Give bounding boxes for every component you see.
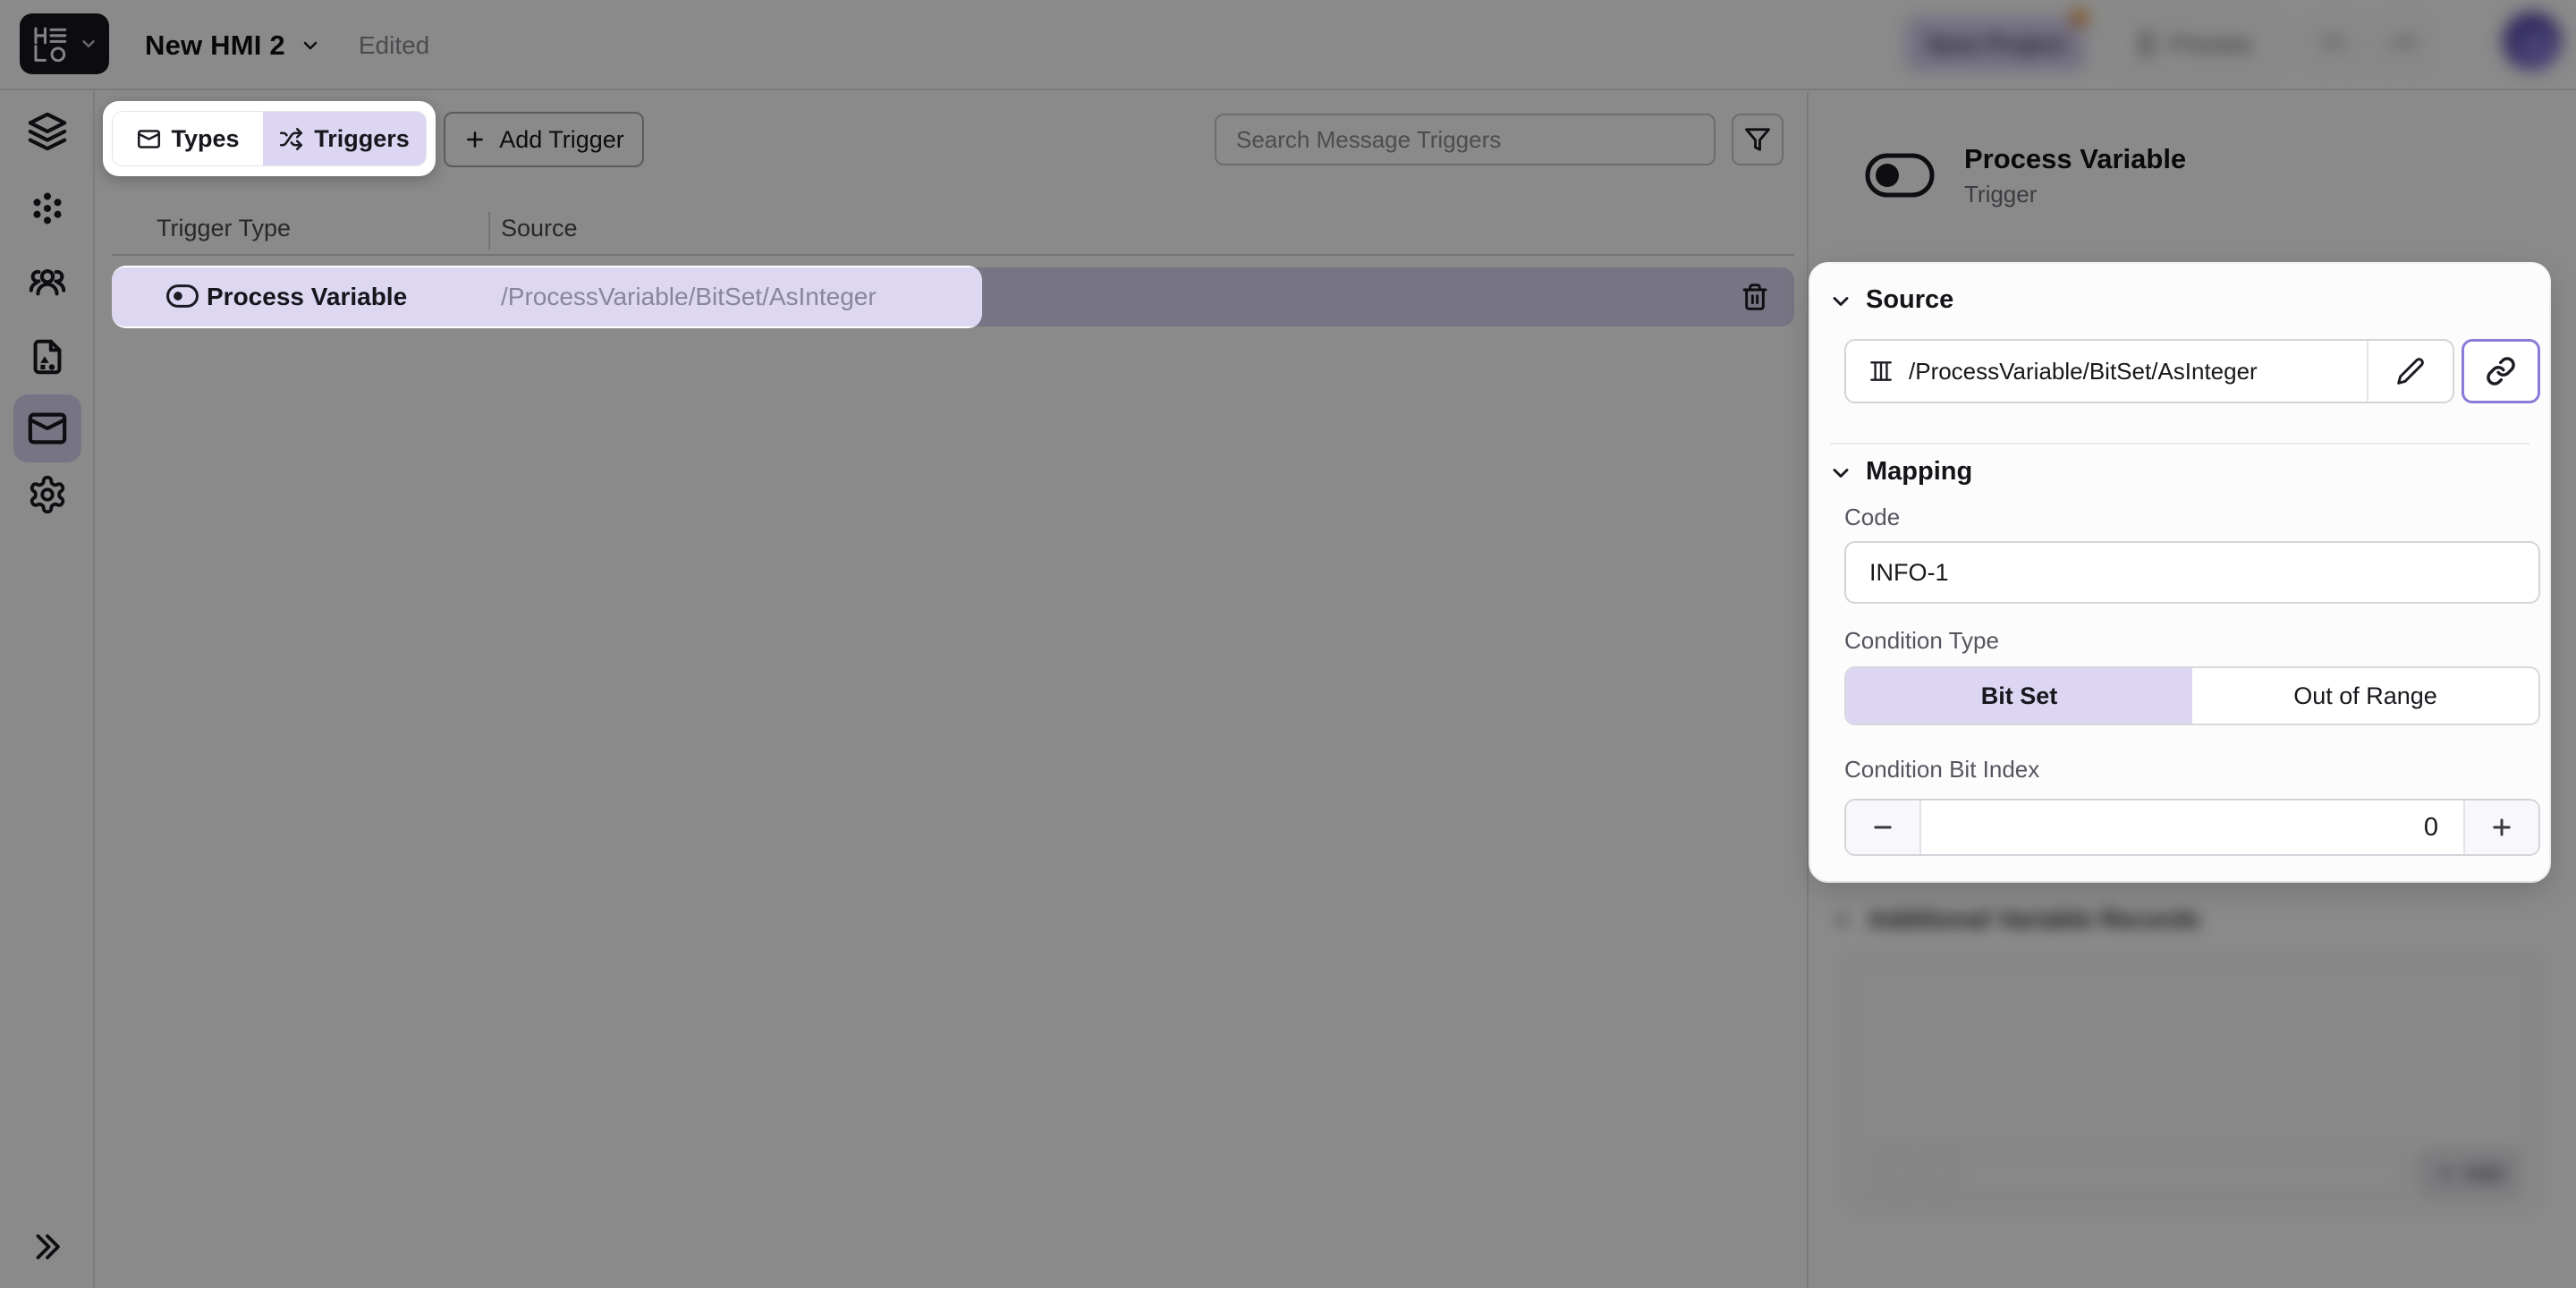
title-chevron-down-icon[interactable] bbox=[300, 35, 321, 56]
condition-bit-index-label: Condition Bit Index bbox=[1844, 756, 2039, 784]
edited-status: Edited bbox=[359, 31, 429, 60]
search-input[interactable] bbox=[1215, 114, 1716, 165]
table-row-process-variable[interactable]: Process Variable /ProcessVariable/BitSet… bbox=[112, 267, 1794, 326]
helo-logo-icon bbox=[32, 25, 70, 63]
add-trigger-label: Add Trigger bbox=[499, 126, 624, 154]
tab-triggers-label: Triggers bbox=[314, 125, 410, 153]
sidebar-item-layers[interactable] bbox=[13, 97, 81, 165]
save-project-button[interactable]: Save Project bbox=[1905, 16, 2086, 72]
tab-types[interactable]: Types bbox=[113, 112, 263, 165]
source-path-field[interactable]: /ProcessVariable/BitSet/AsInteger bbox=[1844, 339, 2454, 403]
condition-type-segmented-control: Bit Set Out of Range bbox=[1844, 666, 2540, 725]
users-icon bbox=[27, 261, 68, 302]
add-record-button[interactable]: Add bbox=[2417, 1148, 2522, 1199]
preview-button[interactable]: Preview bbox=[2106, 16, 2281, 72]
record-icon-button[interactable] bbox=[1925, 1158, 1955, 1189]
additional-records-section-blurred: Additional Variable Records Add bbox=[1809, 894, 2576, 1288]
tab-types-label: Types bbox=[172, 125, 240, 153]
toggle-icon bbox=[165, 283, 199, 309]
plus-icon bbox=[463, 128, 487, 151]
logo-chevron-down-icon bbox=[79, 34, 98, 54]
inspector-title: Process Variable bbox=[1964, 143, 2186, 175]
mapping-section-chevron-icon[interactable] bbox=[1828, 461, 1853, 486]
column-divider bbox=[488, 212, 490, 250]
mapping-section-heading: Mapping bbox=[1866, 457, 1972, 487]
code-label: Code bbox=[1844, 504, 1900, 531]
bit-index-value[interactable]: 0 bbox=[1921, 801, 2463, 854]
settings-gear-icon bbox=[27, 474, 68, 515]
additional-section-chevron-icon[interactable] bbox=[1830, 909, 1853, 932]
preview-label: Preview bbox=[2170, 30, 2252, 58]
bit-index-stepper: 0 bbox=[1844, 799, 2540, 856]
blurred-tooltip-glow bbox=[1825, 1250, 2326, 1313]
add-record-label: Add bbox=[2463, 1161, 2503, 1187]
link-icon bbox=[2486, 356, 2516, 386]
condition-option-out-of-range[interactable]: Out of Range bbox=[2192, 668, 2538, 724]
layers-icon bbox=[27, 111, 68, 152]
notification-dot bbox=[2072, 9, 2088, 25]
edit-source-button[interactable] bbox=[2367, 341, 2453, 402]
table-header-border bbox=[112, 254, 1794, 256]
filter-button[interactable] bbox=[1732, 114, 1784, 165]
inspector-subtitle: Trigger bbox=[1964, 181, 2037, 208]
search-container bbox=[1215, 114, 1716, 165]
link-source-button[interactable] bbox=[2462, 339, 2540, 403]
source-section-chevron-icon[interactable] bbox=[1828, 289, 1853, 314]
sidebar-item-assets[interactable] bbox=[13, 323, 81, 391]
undo-button[interactable] bbox=[2309, 18, 2361, 70]
section-divider bbox=[1830, 443, 2529, 445]
condition-option-bit-set[interactable]: Bit Set bbox=[1846, 668, 2192, 724]
sidebar-item-users[interactable] bbox=[13, 248, 81, 316]
filter-funnel-icon bbox=[1744, 126, 1771, 153]
smartphone-icon bbox=[2134, 31, 2159, 56]
column-header-trigger-type: Trigger Type bbox=[157, 215, 291, 242]
stepper-decrement-button[interactable] bbox=[1846, 801, 1921, 854]
top-bar: New HMI 2 Edited Save Project Preview bbox=[0, 0, 2576, 90]
chevrons-right-icon bbox=[31, 1231, 64, 1263]
additional-records-box: Add bbox=[1844, 955, 2540, 1209]
record-icon-button[interactable] bbox=[1882, 1158, 1912, 1189]
dots-grid-icon bbox=[27, 188, 68, 229]
view-segmented-control: Types Triggers bbox=[112, 111, 427, 166]
condition-type-label: Condition Type bbox=[1844, 627, 1999, 655]
mail-icon bbox=[27, 408, 68, 449]
add-trigger-button[interactable]: Add Trigger bbox=[444, 112, 644, 167]
app-logo-button[interactable] bbox=[20, 13, 109, 74]
column-header-source: Source bbox=[501, 215, 578, 242]
plus-icon bbox=[2436, 1164, 2456, 1183]
sidebar-item-components[interactable] bbox=[13, 174, 81, 242]
stepper-increment-button[interactable] bbox=[2463, 801, 2538, 854]
shuffle-icon bbox=[279, 127, 303, 151]
bitfield-type-icon bbox=[1868, 358, 1894, 385]
sidebar-expand-button[interactable] bbox=[13, 1213, 81, 1281]
trigger-toggle-icon bbox=[1864, 152, 1936, 199]
sidebar-item-settings[interactable] bbox=[13, 461, 81, 529]
redo-button[interactable] bbox=[2376, 18, 2428, 70]
source-path-value: /ProcessVariable/BitSet/AsInteger bbox=[1909, 358, 2258, 385]
toolbar-actions-blurred: Save Project Preview bbox=[1869, 0, 2576, 90]
row-source-path: /ProcessVariable/BitSet/AsInteger bbox=[501, 267, 877, 326]
user-avatar[interactable] bbox=[2503, 12, 2562, 71]
assets-file-icon bbox=[27, 336, 68, 377]
inspector-spotlight-card: Source /ProcessVariable/BitSet/AsInteger bbox=[1810, 264, 2549, 881]
mail-icon bbox=[137, 127, 161, 151]
sidebar-item-messages[interactable] bbox=[13, 394, 81, 462]
row-trigger-type: Process Variable bbox=[207, 267, 407, 326]
document-title: New HMI 2 bbox=[145, 30, 285, 62]
additional-record-field[interactable] bbox=[1868, 1148, 2404, 1199]
source-section-heading: Source bbox=[1866, 285, 1953, 315]
tab-triggers[interactable]: Triggers bbox=[263, 112, 426, 165]
delete-trigger-button[interactable] bbox=[1735, 282, 1775, 312]
additional-section-heading: Additional Variable Records bbox=[1868, 905, 2200, 934]
pencil-icon bbox=[2396, 357, 2425, 385]
code-input[interactable] bbox=[1844, 541, 2540, 604]
sidebar-nav bbox=[0, 90, 95, 1288]
